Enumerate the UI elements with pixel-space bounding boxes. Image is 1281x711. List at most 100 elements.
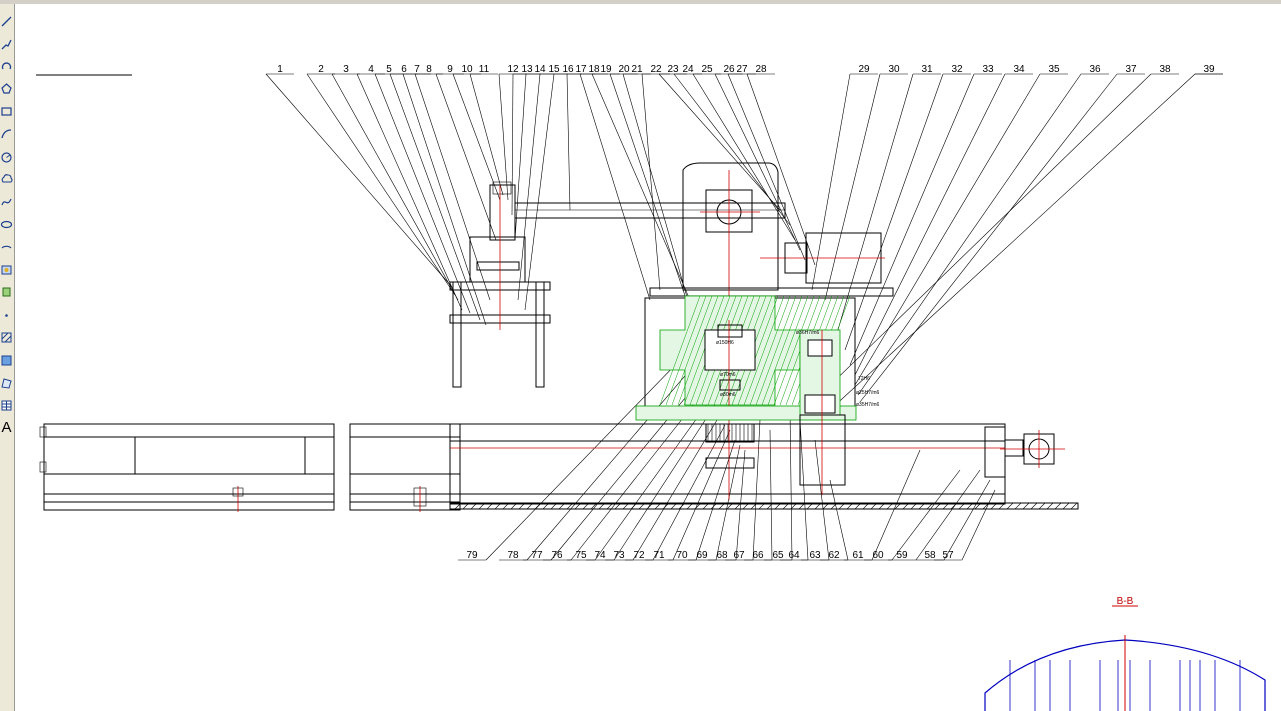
balloon-number: 24 [682, 64, 694, 75]
leader-line [692, 73, 796, 241]
ground-hatch [1022, 502, 1030, 510]
undo-arc-icon[interactable] [0, 57, 13, 75]
balloon-number: 15 [548, 64, 560, 75]
balloon-number: 69 [696, 550, 708, 561]
polygon-icon[interactable] [0, 80, 13, 98]
balloon-number: 67 [733, 550, 745, 561]
region-icon[interactable] [0, 374, 13, 392]
balloon-number: 79 [466, 550, 478, 561]
dimension-text: ø80m6 [720, 392, 736, 398]
multiline-text-icon[interactable]: A [0, 419, 13, 437]
balloon-number: 78 [507, 550, 519, 561]
balloon-number: 62 [828, 550, 840, 561]
balloon-number: 76 [551, 550, 563, 561]
table-icon[interactable] [0, 396, 13, 414]
balloon-number: 73 [613, 550, 625, 561]
ground-hatch [1030, 502, 1038, 510]
leader-line [789, 409, 793, 561]
ellipse-arc-icon[interactable] [0, 238, 13, 256]
balloon-number: 59 [896, 550, 908, 561]
gear [705, 457, 755, 469]
balloon-number: 11 [479, 64, 490, 75]
ground-hatch [1046, 502, 1054, 510]
balloon-number: 16 [562, 64, 574, 75]
leader-line [579, 73, 651, 301]
balloon-number: 25 [701, 64, 713, 75]
balloon-number: 77 [531, 550, 543, 561]
leader-line [829, 479, 849, 561]
leader-line [632, 414, 721, 561]
revcloud-icon[interactable] [0, 170, 13, 188]
spline-icon[interactable] [0, 193, 13, 211]
dimension-text: 72H6 [858, 376, 870, 382]
balloon-number: 2 [318, 64, 324, 75]
leader-line [849, 73, 975, 366]
section-title: B-B [1117, 596, 1134, 607]
balloon-number: 31 [921, 64, 933, 75]
insert-block-icon[interactable] [0, 261, 13, 279]
ground-hatch [1014, 502, 1022, 510]
point-icon[interactable] [0, 306, 13, 324]
balloon-number: 60 [872, 550, 884, 561]
ground-hatch [1038, 502, 1046, 510]
balloon-number: 64 [788, 550, 800, 561]
end-bolt [39, 426, 47, 438]
make-block-icon[interactable] [0, 283, 13, 301]
end-bolt [39, 461, 47, 473]
balloon-number: 38 [1159, 64, 1171, 75]
balloon-number: 37 [1125, 64, 1137, 75]
leader-line [526, 369, 691, 561]
assembly-drawing: 1 2 3 4 5 6 7 8 9 10 11 12 13 14 15 16 17 18 19 20 21 22 23 24 2… [36, 64, 1266, 711]
polyline-icon[interactable] [0, 35, 13, 53]
dimension-text: ø25H7/m6 [856, 390, 880, 396]
leader-line [374, 73, 471, 314]
drawing-canvas[interactable]: 1 2 3 4 5 6 7 8 9 10 11 12 13 14 15 16 17 18 19 20 21 22 23 24 2… [15, 4, 1281, 711]
balloon-number: 17 [575, 64, 587, 75]
balloon-number: 30 [888, 64, 900, 75]
balloon-number: 10 [461, 64, 473, 75]
leader-line [524, 73, 555, 311]
horizontal-beam [514, 202, 786, 219]
balloon-number: 23 [667, 64, 679, 75]
leader-line [517, 73, 541, 301]
leader-line [769, 429, 773, 561]
balloon-number: 14 [534, 64, 546, 75]
leader-line [511, 73, 514, 216]
leader-line [857, 73, 1082, 396]
balloon-number: 65 [772, 550, 784, 561]
leader-line [915, 469, 981, 561]
balloon-number: 58 [924, 550, 936, 561]
gearbox-housing [682, 162, 779, 291]
line-icon[interactable] [0, 12, 13, 30]
gradient-icon[interactable] [0, 351, 13, 369]
balloon-number: 75 [575, 550, 587, 561]
frame-leg [535, 281, 545, 388]
upper-frame [469, 236, 526, 283]
leader-line [943, 479, 991, 561]
support-column [799, 414, 846, 486]
bottom-balloons: 79 78 77 76 75 74 73 72 71 70 69 68 67 66 65 64 63 62 61 60… [466, 550, 954, 561]
circle-icon[interactable] [0, 148, 13, 166]
leader-line [469, 73, 504, 196]
leader-line [356, 73, 463, 311]
leader-line [854, 73, 1041, 386]
rectangle-icon[interactable] [0, 102, 13, 120]
arc-icon[interactable] [0, 125, 13, 143]
part-outline [476, 261, 520, 271]
machine-assembly [39, 162, 1079, 512]
balloon-number: 22 [650, 64, 662, 75]
balloon-number: 5 [386, 64, 392, 75]
leader-line [613, 404, 716, 561]
bearing [804, 394, 836, 414]
balloon-number: 1 [277, 64, 283, 75]
leader-line [829, 73, 1196, 411]
top-balloons: 1 2 3 4 5 6 7 8 9 10 11 12 13 14 15 16 17 18 19 20 21 22 23 24 2… [277, 64, 1215, 75]
leader-line [673, 73, 791, 226]
balloon-number: 29 [858, 64, 870, 75]
hatch-icon[interactable] [0, 328, 13, 346]
leader-line [331, 73, 459, 301]
bearing [807, 339, 833, 357]
balloon-number: 21 [631, 64, 643, 75]
balloon-number: 32 [951, 64, 963, 75]
ellipse-icon[interactable] [0, 215, 13, 233]
